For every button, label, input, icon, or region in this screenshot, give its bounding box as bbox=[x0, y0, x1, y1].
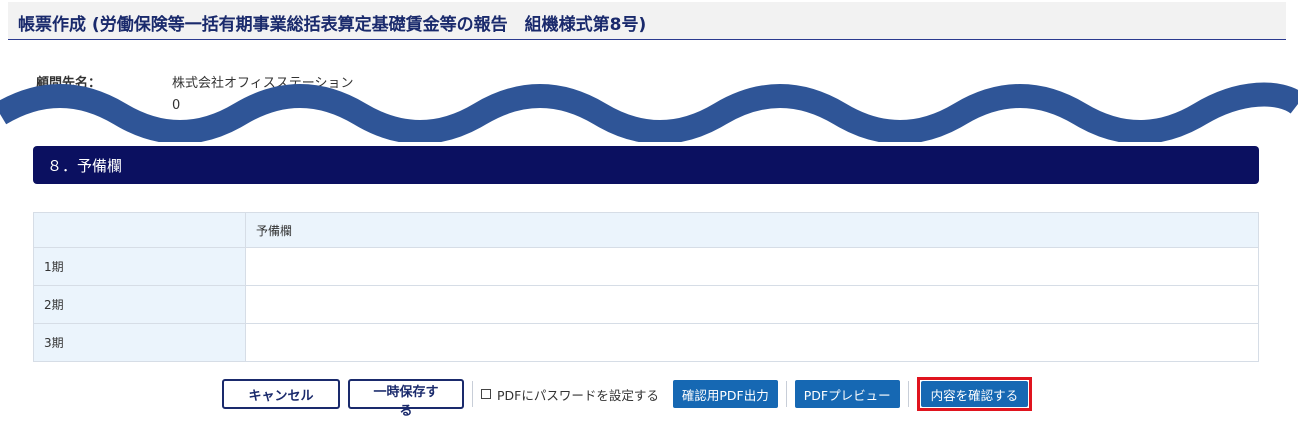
column-header-reserve: 予備欄 bbox=[245, 212, 1259, 248]
pdf-password-label: PDFにパスワードを設定する bbox=[497, 387, 659, 403]
action-bar: キャンセル 一時保存する PDFにパスワードを設定する 確認用PDF出力 PDF… bbox=[222, 377, 1033, 419]
section-header: ８．予備欄 bbox=[33, 146, 1259, 184]
pdf-password-toggle[interactable]: PDFにパスワードを設定する bbox=[481, 385, 659, 404]
cancel-button[interactable]: キャンセル bbox=[222, 379, 340, 409]
page-title: 帳票作成 (労働保険等一括有期事業総括表算定基礎賃金等の報告 組機様式第8号) bbox=[18, 15, 647, 35]
section-title: ８．予備欄 bbox=[47, 157, 123, 175]
table-header-row: 予備欄 bbox=[33, 212, 1259, 248]
reserve-input-cell[interactable] bbox=[245, 323, 1259, 362]
row-label: 1期 bbox=[33, 247, 246, 286]
table-row: 3期 bbox=[33, 323, 1259, 362]
divider bbox=[472, 381, 473, 407]
temp-save-button[interactable]: 一時保存する bbox=[348, 379, 464, 419]
wave-cut-overlay bbox=[0, 82, 1298, 142]
row-label: 2期 bbox=[33, 285, 246, 324]
table-row: 1期 bbox=[33, 247, 1259, 286]
pdf-preview-button[interactable]: PDFプレビュー bbox=[794, 380, 900, 408]
confirm-pdf-button[interactable]: 確認用PDF出力 bbox=[672, 380, 778, 408]
reserve-table: 予備欄 1期 2期 3期 bbox=[33, 212, 1259, 362]
reserve-input-cell[interactable] bbox=[245, 285, 1259, 324]
title-bar: 帳票作成 (労働保険等一括有期事業総括表算定基礎賃金等の報告 組機様式第8号) bbox=[8, 2, 1286, 40]
reserve-input-cell[interactable] bbox=[245, 247, 1259, 286]
pdf-password-checkbox[interactable] bbox=[481, 389, 491, 399]
row-label: 3期 bbox=[33, 323, 246, 362]
divider bbox=[907, 381, 909, 407]
table-corner bbox=[33, 212, 246, 248]
table-row: 2期 bbox=[33, 285, 1259, 324]
divider bbox=[785, 381, 787, 407]
confirm-content-button[interactable]: 内容を確認する bbox=[920, 381, 1029, 407]
confirm-highlight: 内容を確認する bbox=[916, 377, 1033, 411]
